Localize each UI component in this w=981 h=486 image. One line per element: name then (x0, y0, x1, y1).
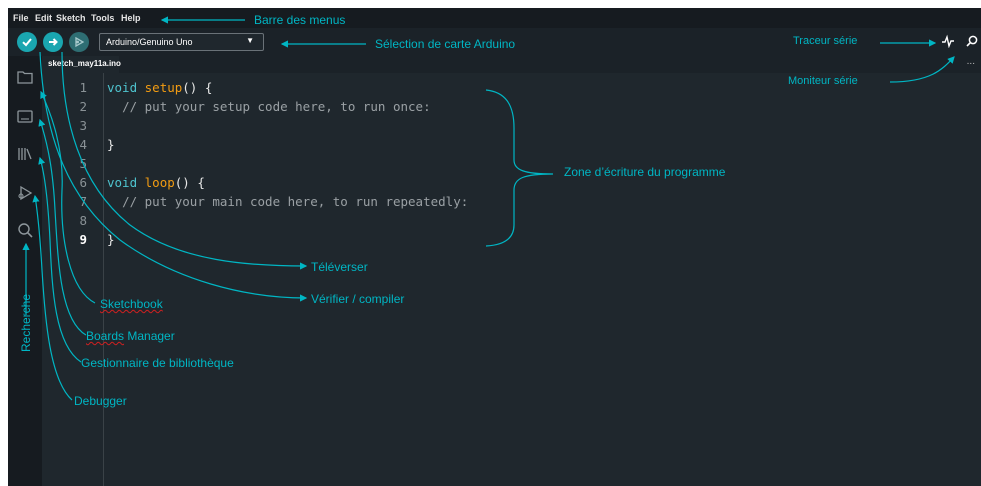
line-number: 2 (79, 99, 87, 114)
debug-button[interactable] (69, 32, 89, 52)
search-icon (18, 223, 33, 238)
annotation-library-manager: Gestionnaire de bibliothèque (81, 356, 234, 370)
menu-tools[interactable]: Tools (91, 13, 114, 23)
annotation-board-select: Sélection de carte Arduino (375, 37, 516, 51)
annotation-serial-monitor: Moniteur série (788, 75, 858, 87)
line-number: 1 (79, 80, 87, 95)
line-number: 8 (79, 213, 87, 228)
upload-button[interactable] (43, 32, 63, 52)
annotation-serial-plotter: Traceur série (793, 35, 858, 47)
annotation-boards-manager: Boards Manager (86, 329, 175, 343)
editor-tabs: sketch_may11a.ino ... (42, 56, 981, 73)
annotation-code-area: Zone d’écriture du programme (564, 165, 726, 179)
line-number: 3 (79, 118, 87, 133)
code-text: void loop() { (107, 175, 205, 190)
debug-icon (75, 36, 85, 48)
line-number: 7 (79, 194, 87, 209)
annotation-debugger: Debugger (74, 394, 127, 408)
sidebar-search-button[interactable] (16, 221, 34, 239)
code-token: () { (182, 80, 213, 95)
code-token: setup (144, 80, 183, 95)
code-token: void (107, 80, 138, 95)
annotation-verify: Vérifier / compiler (311, 292, 405, 306)
code-text: // put your main code here, to run repea… (107, 194, 468, 209)
board-select[interactable]: Arduino/Genuino Uno ▼ (99, 33, 264, 51)
code-token: // put your main code here, to run repea… (122, 194, 469, 209)
code-editor[interactable]: 1 void setup() {2 // put your setup code … (42, 80, 981, 486)
line-number: 5 (79, 156, 87, 171)
annotation-manager-word: Manager (124, 329, 175, 343)
debug-icon (18, 185, 33, 201)
annotation-menu-bar: Barre des menus (254, 13, 346, 27)
arrow-right-icon (49, 38, 58, 46)
code-token: // put your setup code here, to run once… (122, 99, 431, 114)
code-token: () { (174, 175, 205, 190)
serial-plotter-button[interactable] (941, 34, 955, 51)
tab-sketch-file[interactable]: sketch_may11a.ino (42, 56, 121, 73)
menu-edit[interactable]: Edit (35, 13, 52, 23)
boards-icon (17, 110, 33, 123)
code-text: void setup() { (107, 80, 212, 95)
menu-help[interactable]: Help (121, 13, 141, 23)
serial-monitor-button[interactable] (965, 34, 979, 51)
line-number: 4 (79, 137, 87, 152)
menu-file[interactable]: File (13, 13, 29, 23)
menu-sketch[interactable]: Sketch (56, 13, 86, 23)
waveform-icon (942, 34, 954, 49)
sidebar-library-manager-button[interactable] (16, 145, 34, 163)
code-token: } (107, 137, 115, 152)
annotation-sketchbook: Sketchbook (100, 297, 163, 311)
code-token: loop (144, 175, 175, 190)
sidebar-debug-button[interactable] (16, 184, 34, 202)
verify-button[interactable] (17, 32, 37, 52)
line-number: 9 (79, 232, 87, 247)
tab-more-button[interactable]: ... (967, 56, 975, 67)
sidebar-boards-manager-button[interactable] (16, 107, 34, 125)
magnifier-icon (966, 35, 978, 47)
code-token: void (107, 175, 138, 190)
sidebar (8, 56, 42, 486)
sidebar-sketchbook-button[interactable] (16, 68, 34, 86)
annotation-upload: Téléverser (311, 260, 368, 274)
code-text: } (107, 232, 115, 247)
chevron-down-icon: ▼ (246, 36, 254, 45)
check-icon (22, 38, 32, 47)
board-select-label: Arduino/Genuino Uno (106, 37, 193, 47)
library-icon (18, 148, 32, 160)
annotation-search: Recherche (19, 293, 33, 352)
line-number: 6 (79, 175, 87, 190)
folder-icon (17, 71, 33, 84)
code-text: // put your setup code here, to run once… (107, 99, 431, 114)
menu-bar: File Edit Sketch Tools Help (8, 8, 981, 28)
code-text: } (107, 137, 115, 152)
code-token: } (107, 232, 115, 247)
annotation-boards-word: Boards (86, 329, 125, 343)
